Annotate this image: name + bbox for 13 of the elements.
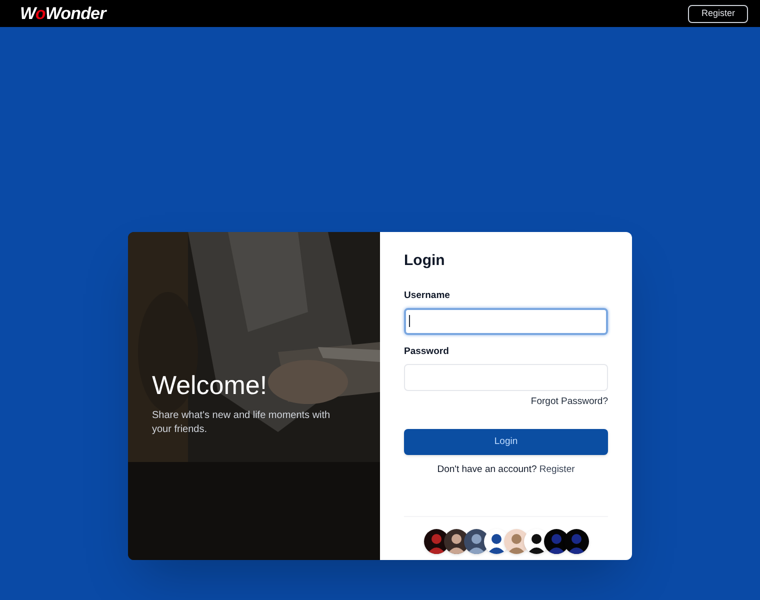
field-label: Password	[404, 344, 450, 359]
welcome-subtitle: Share what's new and life moments with your friends.	[152, 409, 332, 438]
welcome-title: Welcome!	[152, 368, 268, 402]
register-link[interactable]: Register	[539, 464, 575, 476]
login-title: Login	[404, 251, 445, 271]
text-cursor	[409, 314, 410, 327]
logo[interactable]: WoWonder	[20, 0, 106, 26]
field-label: Username	[404, 288, 451, 302]
forgot-password-link[interactable]: Forgot Password?	[530, 395, 608, 410]
login-button[interactable]: Login	[404, 429, 608, 456]
signup-prompt: Don't have an account?	[437, 464, 537, 476]
input-field[interactable]	[404, 308, 608, 335]
register-button[interactable]: Register	[688, 4, 748, 22]
